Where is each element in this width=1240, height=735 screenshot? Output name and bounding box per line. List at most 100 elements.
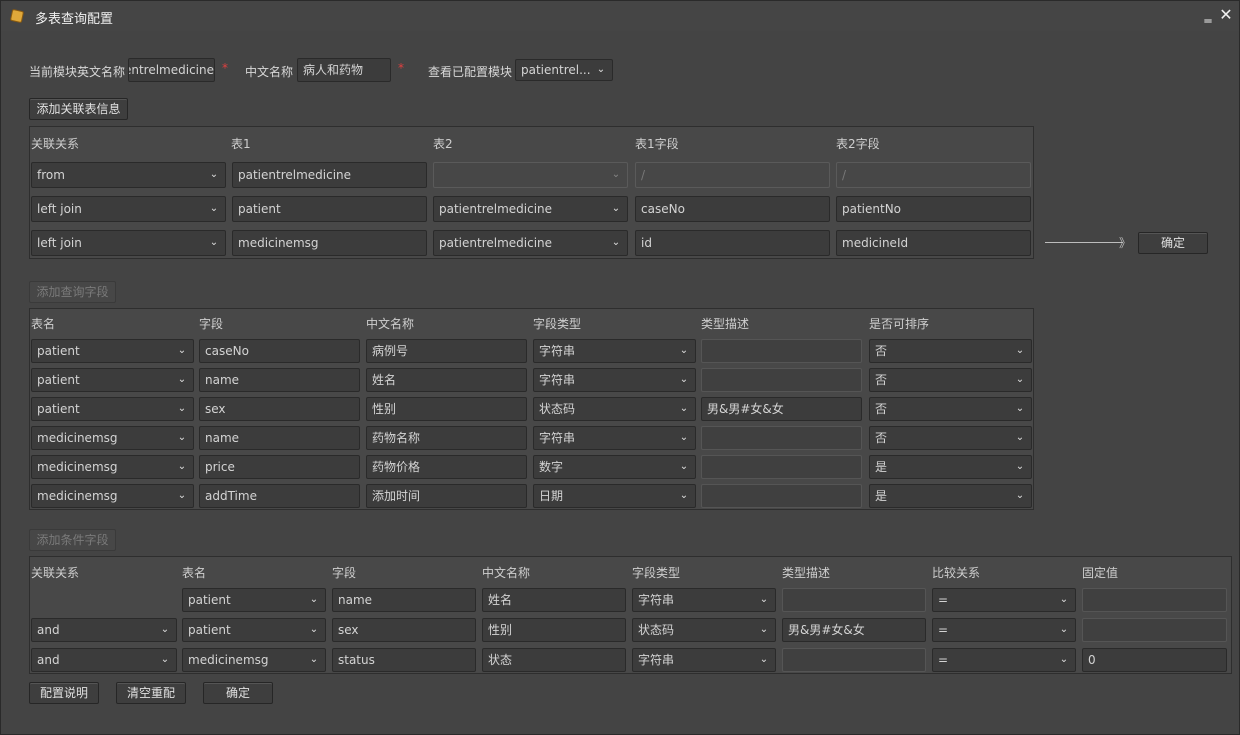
query-field-input[interactable]: name [199,368,360,392]
condition-cn-input[interactable]: 姓名 [482,588,626,612]
query-type-select[interactable]: 状态码 ⌄ [533,397,696,421]
field2-input[interactable]: patientNo [836,196,1031,222]
query-header: 字段类型 [533,317,582,331]
query-type-select[interactable]: 字符串 ⌄ [533,368,696,392]
query-sortable-select[interactable]: 是 ⌄ [869,455,1032,479]
condition-table-select-value: patient [188,623,231,637]
field1-input[interactable]: / [635,162,830,188]
query-table-select-value: patient [37,402,80,416]
condition-type-select[interactable]: 字符串 ⌄ [632,588,776,612]
view-configured-label: 查看已配置模块 [428,65,513,79]
query-sortable-select[interactable]: 否 ⌄ [869,426,1032,450]
field2-input[interactable]: medicineId [836,230,1031,256]
query-cn-input[interactable]: 添加时间 [366,484,527,508]
cn-name-label: 中文名称 [245,65,294,79]
minimize-button[interactable]: ‗ [1199,6,1217,24]
table1-input[interactable]: patient [232,196,427,222]
condition-desc-input[interactable]: 男&男#女&女 [782,618,926,642]
condition-desc-input[interactable] [782,588,926,612]
query-field-input[interactable]: price [199,455,360,479]
relations-header: 表1字段 [635,137,679,151]
chevron-down-icon: ⌄ [160,654,170,665]
query-sortable-select[interactable]: 否 ⌄ [869,339,1032,363]
add-relation-button[interactable]: 添加关联表信息 [29,98,128,120]
query-sortable-select[interactable]: 否 ⌄ [869,397,1032,421]
config-help-button[interactable]: 配置说明 [29,682,99,704]
condition-relation-select[interactable]: and ⌄ [31,648,177,672]
query-type-select[interactable]: 字符串 ⌄ [533,339,696,363]
view-configured-select[interactable]: patientrel... ⌄ [515,59,613,81]
field2-input[interactable]: / [836,162,1031,188]
chevron-down-icon: ⌄ [679,432,689,443]
chevron-down-icon: ⌄ [1059,624,1069,635]
chevron-down-icon: ⌄ [177,461,187,472]
condition-fixed-input[interactable] [1082,618,1227,642]
relation-select[interactable]: from ⌄ [31,162,226,188]
table2-select[interactable]: patientrelmedicine ⌄ [433,230,628,256]
query-desc-input[interactable] [701,426,862,450]
relations-header: 表2 [433,137,453,151]
clear-reset-button[interactable]: 清空重配 [116,682,186,704]
query-table-select[interactable]: medicinemsg ⌄ [31,426,194,450]
relations-confirm-button[interactable]: 确定 [1138,232,1208,254]
query-desc-input[interactable] [701,484,862,508]
en-name-input[interactable]: patientrelmedicine [128,58,215,82]
query-cn-input[interactable]: 姓名 [366,368,527,392]
query-table-select[interactable]: patient ⌄ [31,397,194,421]
table1-input[interactable]: patientrelmedicine [232,162,427,188]
query-table-select[interactable]: patient ⌄ [31,368,194,392]
query-sortable-select[interactable]: 否 ⌄ [869,368,1032,392]
close-button[interactable]: ✕ [1217,6,1235,24]
query-type-select[interactable]: 日期 ⌄ [533,484,696,508]
query-table-select[interactable]: medicinemsg ⌄ [31,455,194,479]
chevron-down-icon: ⌄ [679,461,689,472]
condition-table-select[interactable]: patient ⌄ [182,618,326,642]
query-field-input[interactable]: caseNo [199,339,360,363]
condition-field-input[interactable]: sex [332,618,476,642]
condition-table-select[interactable]: medicinemsg ⌄ [182,648,326,672]
condition-cn-input[interactable]: 状态 [482,648,626,672]
condition-field-input[interactable]: status [332,648,476,672]
condition-compare-select[interactable]: = ⌄ [932,618,1076,642]
query-type-select[interactable]: 字符串 ⌄ [533,426,696,450]
query-type-select[interactable]: 数字 ⌄ [533,455,696,479]
condition-compare-select[interactable]: = ⌄ [932,588,1076,612]
relation-select[interactable]: left join ⌄ [31,196,226,222]
field1-input[interactable]: id [635,230,830,256]
query-table-select[interactable]: patient ⌄ [31,339,194,363]
query-desc-input[interactable] [701,455,862,479]
add-query-field-button[interactable]: 添加查询字段 [29,281,116,303]
query-field-input[interactable]: addTime [199,484,360,508]
table2-select[interactable]: patientrelmedicine ⌄ [433,196,628,222]
cn-name-input[interactable]: 病人和药物 [297,58,391,82]
condition-field-input[interactable]: name [332,588,476,612]
condition-relation-select[interactable]: and ⌄ [31,618,177,642]
table1-input[interactable]: medicinemsg [232,230,427,256]
condition-cn-input[interactable]: 性别 [482,618,626,642]
footer-confirm-button[interactable]: 确定 [203,682,273,704]
condition-table-select[interactable]: patient ⌄ [182,588,326,612]
query-cn-input[interactable]: 药物价格 [366,455,527,479]
condition-type-select[interactable]: 字符串 ⌄ [632,648,776,672]
condition-fixed-input[interactable] [1082,588,1227,612]
query-field-input[interactable]: name [199,426,360,450]
query-field-input[interactable]: sex [199,397,360,421]
condition-fixed-input[interactable]: 0 [1082,648,1227,672]
query-desc-input[interactable] [701,368,862,392]
condition-desc-input[interactable] [782,648,926,672]
relation-select[interactable]: left join ⌄ [31,230,226,256]
query-desc-input[interactable] [701,339,862,363]
condition-compare-select[interactable]: = ⌄ [932,648,1076,672]
table2-select[interactable]: ⌄ [433,162,628,188]
add-condition-field-button[interactable]: 添加条件字段 [29,529,116,551]
query-cn-input[interactable]: 药物名称 [366,426,527,450]
query-cn-input[interactable]: 性别 [366,397,527,421]
query-sortable-select[interactable]: 是 ⌄ [869,484,1032,508]
query-sortable-select-value: 是 [875,460,888,474]
query-desc-input[interactable]: 男&男#女&女 [701,397,862,421]
condition-type-select[interactable]: 状态码 ⌄ [632,618,776,642]
query-cn-input[interactable]: 病例号 [366,339,527,363]
query-table-select[interactable]: medicinemsg ⌄ [31,484,194,508]
chevron-down-icon: ⌄ [1015,461,1025,472]
field1-input[interactable]: caseNo [635,196,830,222]
